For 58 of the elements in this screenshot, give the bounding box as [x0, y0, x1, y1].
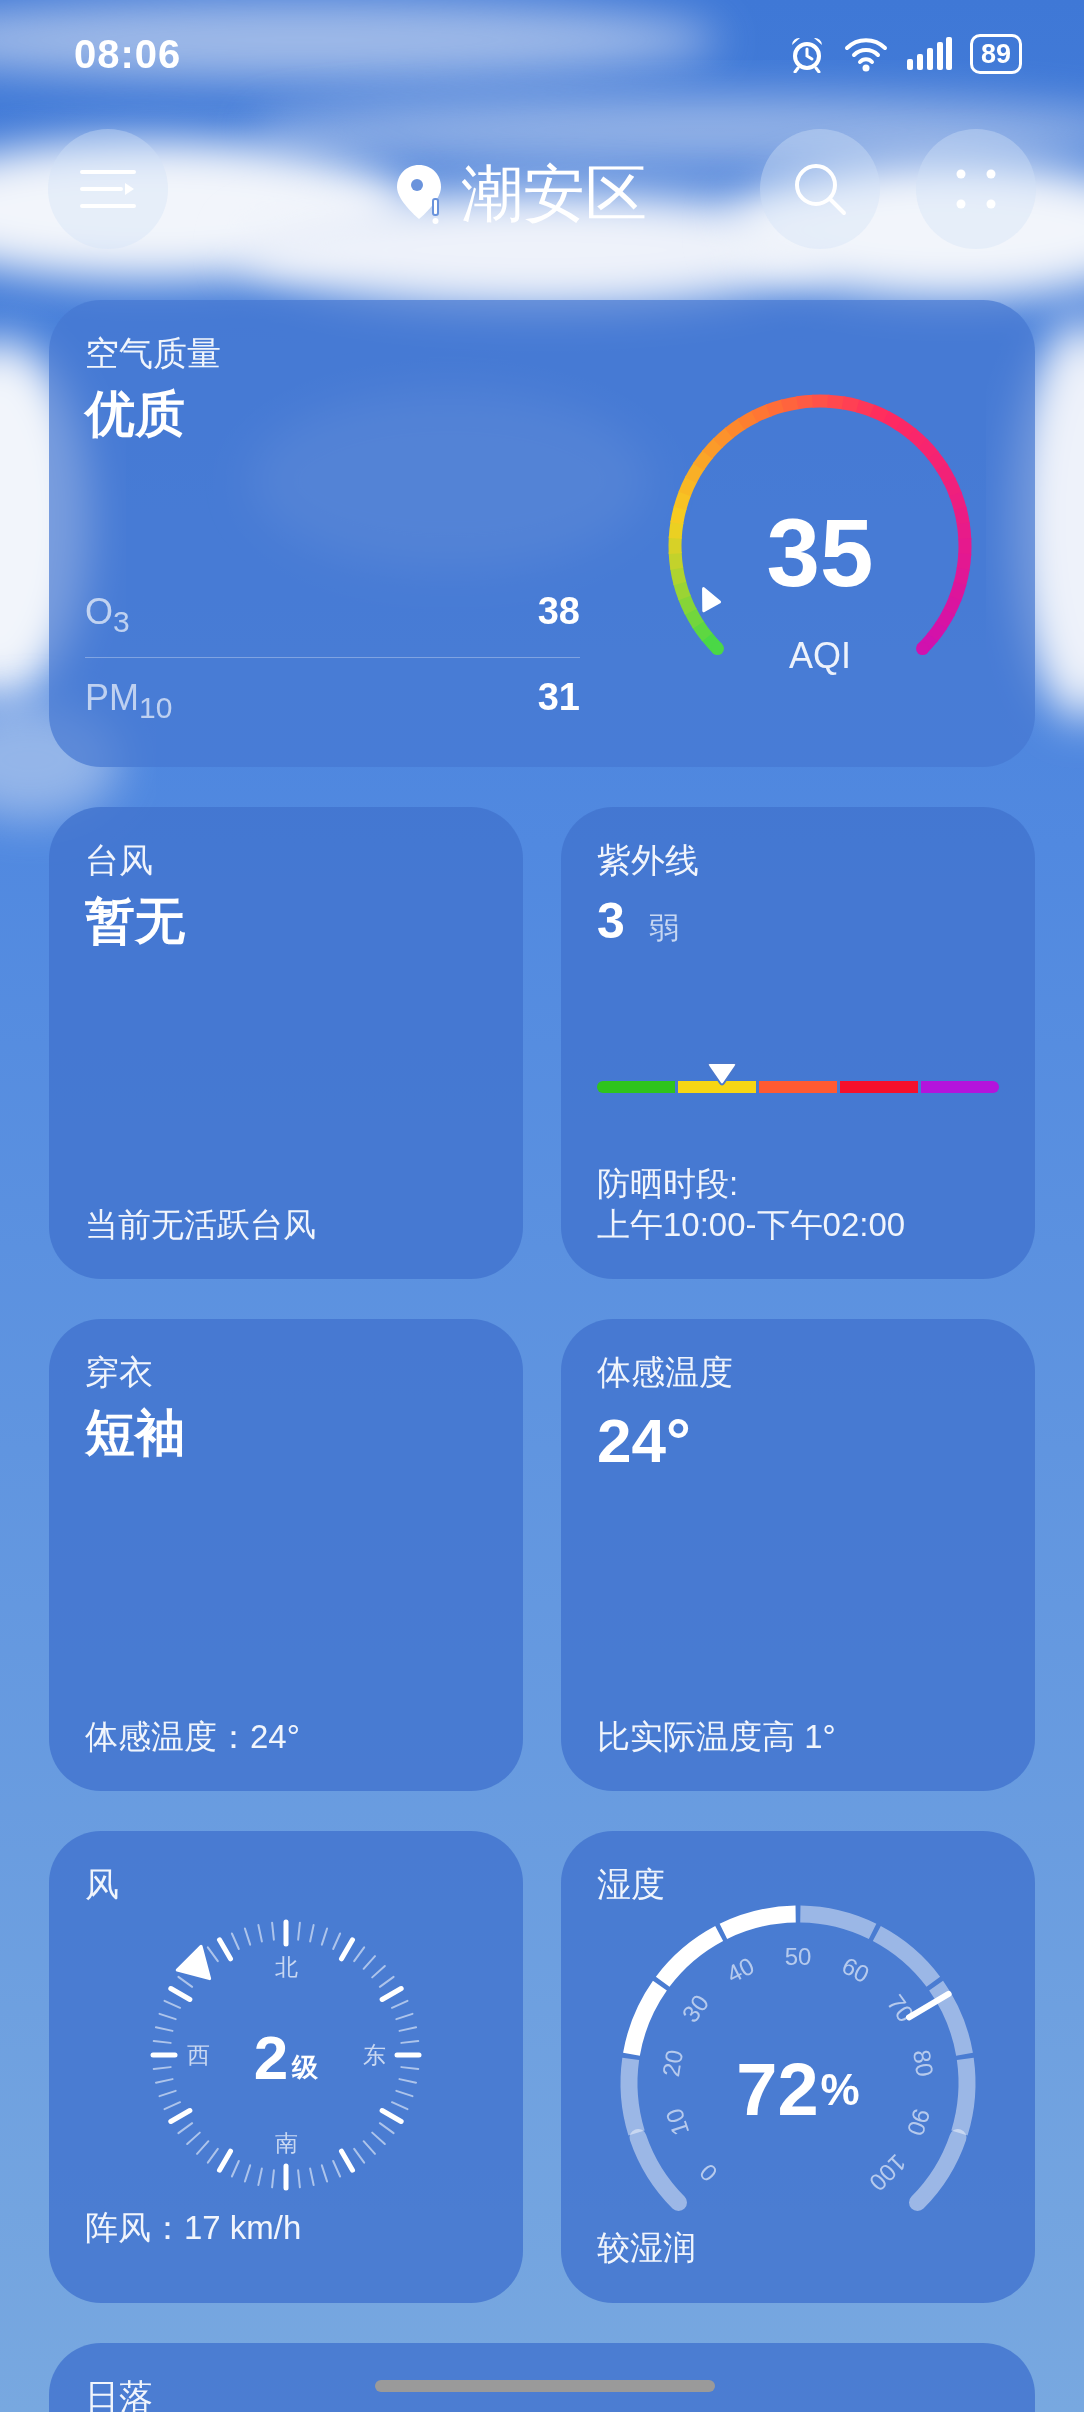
- gauge-tick-label: 100: [864, 2148, 912, 2197]
- aqi-label: AQI: [789, 635, 851, 676]
- card-note: 当前无活跃台风: [85, 1204, 317, 1245]
- card-title: 风: [85, 1864, 119, 1905]
- compass-direction: 南: [274, 2129, 298, 2156]
- card-title: 体感温度: [597, 1352, 733, 1393]
- card-note: 体感温度：24°: [85, 1716, 301, 1757]
- uv-grade: 弱: [648, 909, 679, 946]
- compass-direction: 东: [362, 2041, 386, 2068]
- air-quality-grade: 优质: [85, 384, 186, 444]
- aqi-value: 35: [766, 498, 874, 606]
- clothing-advice: 短袖: [85, 1403, 186, 1463]
- card-title: 紫外线: [597, 840, 699, 881]
- gauge-tick-label: 30: [676, 1989, 714, 2027]
- card-title: 日落: [85, 2376, 153, 2412]
- pollutant-name: PM$_{10}$: [85, 676, 173, 725]
- card-title: 台风: [85, 840, 153, 881]
- signal-icon: [905, 37, 952, 71]
- status-time: 08:06: [74, 31, 182, 77]
- gauge-tick-label: 90: [901, 2104, 936, 2139]
- air-quality-card[interactable]: 空气质量 优质 O$_{3}$ 38 PM$_{10}$ 31 35 AQI: [49, 300, 1035, 767]
- gauge-tick-label: 0: [693, 2158, 723, 2187]
- card-title: 空气质量: [85, 333, 221, 374]
- feels-like-card[interactable]: 体感温度 24° 比实际温度高 1°: [561, 1319, 1035, 1791]
- uv-card[interactable]: 紫外线 3 弱 防晒时段: 上午10:00-下午02:00: [561, 807, 1035, 1279]
- gauge-tick-label: 20: [657, 2047, 688, 2079]
- gauge-tick-label: 10: [660, 2104, 695, 2139]
- card-title: 湿度: [597, 1864, 665, 1905]
- sunset-card[interactable]: 日落: [49, 2343, 1035, 2412]
- wind-direction-arrow: [175, 1944, 212, 1980]
- location-title: 潮安区: [461, 158, 647, 230]
- wifi-icon: [843, 36, 888, 72]
- card-note: 较湿润: [597, 2227, 697, 2268]
- compass-direction: 西: [186, 2041, 210, 2068]
- pollutant-value: 38: [537, 589, 580, 633]
- humidity-value: 72%: [736, 2047, 860, 2131]
- compass-direction: 北: [274, 1953, 298, 1980]
- search-icon: [792, 161, 848, 217]
- clothing-card[interactable]: 穿衣 短袖 体感温度：24°: [49, 1319, 523, 1791]
- feels-like-temperature: 24°: [597, 1404, 692, 1477]
- card-note: 阵风：17 km/h: [85, 2207, 303, 2248]
- gauge-tick-label: 80: [908, 2047, 939, 2079]
- card-title: 穿衣: [85, 1352, 153, 1393]
- aqi-marker: [702, 587, 721, 613]
- typhoon-status: 暂无: [85, 891, 186, 951]
- uv-index: 3: [597, 891, 625, 951]
- dots-icon: [956, 169, 996, 209]
- typhoon-card[interactable]: 台风 暂无 当前无活跃台风: [49, 807, 523, 1279]
- gauge-tick-label: 60: [837, 1951, 874, 1988]
- sunscreen-label: 防晒时段:: [597, 1163, 740, 1204]
- gauge-tick-label: 50: [784, 1942, 812, 1970]
- pollutant-value: 31: [537, 675, 580, 719]
- sunscreen-period: 上午10:00-下午02:00: [597, 1204, 907, 1245]
- pollutant-name: O$_{3}$: [85, 590, 130, 639]
- menu-icon: [79, 168, 137, 210]
- card-note: 比实际温度高 1°: [597, 1716, 837, 1757]
- gauge-tick-label: 40: [722, 1951, 759, 1988]
- battery-indicator: 89: [969, 34, 1022, 74]
